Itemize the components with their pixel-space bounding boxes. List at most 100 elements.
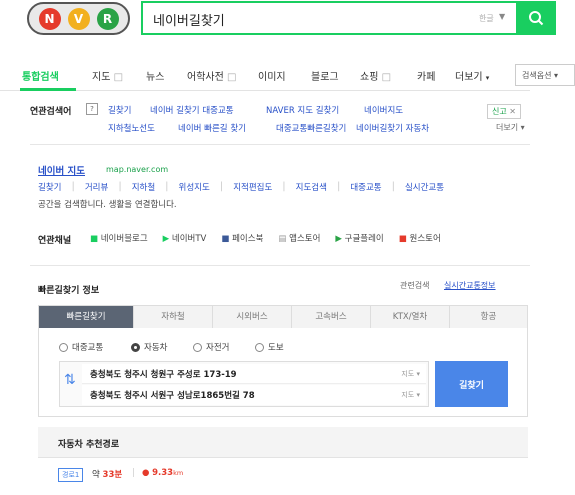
- route-distance: ● 9.33km: [142, 468, 183, 478]
- channel-label: 네이버블로그: [100, 234, 148, 244]
- tab-map[interactable]: 지도 □: [92, 68, 123, 83]
- destination-map-button[interactable]: 지도 ▾: [401, 390, 420, 400]
- related-item[interactable]: 길찾기: [108, 104, 131, 116]
- tab-fast-route[interactable]: 빠른길찾기: [39, 306, 134, 328]
- route-row[interactable]: 경로1 약 33분 | ● 9.33km: [38, 458, 528, 495]
- keyboard-lang-label[interactable]: 한글: [479, 13, 494, 24]
- map-result-links: 길찾기 | 거리뷰 | 지하철 | 위성지도 | 지적편집도 | 지도검색 | 대중교통 | …: [38, 181, 445, 193]
- tab-more-label: 더보기: [455, 72, 483, 83]
- related-item[interactable]: 대중교통빠른길찾기: [276, 122, 346, 134]
- address-box: ⇅ 충청북도 청주시 청원구 주성로 173-19 지도 ▾ 충청북도 청주시 서…: [59, 361, 429, 407]
- channel-item[interactable]: ▶ 네이버TV: [163, 232, 207, 244]
- tab-dictionary[interactable]: 어학사전 □: [187, 68, 236, 83]
- find-route-button[interactable]: 길찾기: [435, 361, 508, 407]
- destination-input[interactable]: 충청북도 청주시 서원구 성남로1865번길 78 지도 ▾: [82, 385, 426, 405]
- map-link[interactable]: 대중교통: [350, 181, 381, 193]
- map-result-description: 공간을 검색합니다. 생활을 연결합니다.: [38, 200, 177, 210]
- channel-item[interactable]: ▤ 앱스토어: [278, 232, 320, 244]
- tab-ktx[interactable]: KTX/열차: [371, 306, 450, 328]
- map-result-url[interactable]: map.naver.com: [106, 165, 168, 174]
- tab-subway[interactable]: 자하철: [134, 306, 213, 328]
- radio-circle: [255, 342, 264, 352]
- tab-image[interactable]: 이미지: [258, 68, 286, 83]
- tab-dictionary-label: 어학사전: [187, 72, 224, 83]
- origin-map-button[interactable]: 지도 ▾: [401, 369, 420, 379]
- tabs-divider: [0, 90, 530, 91]
- tab-shopping[interactable]: 쇼핑 □: [360, 68, 391, 83]
- route-time: 약 33분: [92, 468, 122, 480]
- channel-label: 네이버TV: [171, 234, 207, 244]
- mode-label: 자전거: [206, 343, 230, 353]
- tab-express-bus[interactable]: 고속버스: [292, 306, 371, 328]
- origin-input[interactable]: 충청북도 청주시 청원구 주성로 173-19 지도 ▾: [82, 364, 426, 384]
- related-item[interactable]: 네이버지도: [364, 104, 403, 116]
- tab-flight[interactable]: 항공: [450, 306, 527, 328]
- channel-item[interactable]: ■ 네이버블로그: [90, 232, 148, 244]
- related-item[interactable]: 지하철노선도: [108, 122, 155, 134]
- tab-shopping-label: 쇼핑: [360, 72, 379, 83]
- logo-letter-v: V: [67, 7, 90, 30]
- related-item[interactable]: NAVER 지도 길찾기: [266, 104, 339, 116]
- swap-icon[interactable]: ⇅: [64, 372, 76, 388]
- related-more-button[interactable]: 더보기 ▾: [496, 122, 525, 133]
- related-search-link[interactable]: 관련검색: [400, 280, 429, 291]
- tab-blog[interactable]: 블로그: [311, 68, 339, 83]
- search-button[interactable]: [516, 1, 556, 35]
- related-more-label: 더보기: [496, 123, 519, 132]
- search-box[interactable]: 한글 ▼: [141, 1, 519, 35]
- map-link[interactable]: 지하철: [132, 181, 155, 193]
- tab-more[interactable]: 더보기 ▾: [455, 68, 489, 83]
- map-link[interactable]: 길찾기: [38, 181, 61, 193]
- map-tag: 지도: [401, 391, 415, 399]
- route-distance-unit: km: [173, 469, 184, 477]
- channel-list: ■ 네이버블로그 ▶ 네이버TV ■ 페이스북 ▤ 앱스토어 ▶ 구글플레이 ■…: [90, 232, 441, 244]
- search-input[interactable]: [151, 9, 455, 29]
- channel-item[interactable]: ▶ 구글플레이: [335, 232, 383, 244]
- channel-item[interactable]: ■ 원스토어: [399, 232, 441, 244]
- origin-text: 충청북도 청주시 청원구 주성로 173-19: [90, 369, 237, 380]
- directions-tabs: 빠른길찾기 자하철 시외버스 고속버스 KTX/열차 항공: [38, 305, 528, 328]
- map-result-title[interactable]: 네이버 지도: [38, 163, 85, 177]
- tab-news[interactable]: 뉴스: [146, 68, 164, 83]
- tab-map-label: 지도: [92, 72, 111, 83]
- route-distance-value: 9.33: [152, 468, 174, 478]
- search-tabs: 통합검색 지도 □ 뉴스 어학사전 □ 이미지 블로그 쇼핑 □ 카페 더보기 …: [0, 60, 575, 90]
- chevron-down-icon: ▾: [485, 74, 490, 82]
- map-link[interactable]: 지적편집도: [233, 181, 272, 193]
- map-link[interactable]: 거리뷰: [85, 181, 108, 193]
- search-option-label: 검색옵션: [522, 70, 552, 80]
- tab-intercity-bus[interactable]: 시외버스: [213, 306, 292, 328]
- related-item[interactable]: 네이버 길찾기 대중교통: [150, 104, 234, 116]
- channel-item[interactable]: ■ 페이스북: [221, 232, 263, 244]
- mode-radio-bike[interactable]: 자전거: [193, 341, 229, 353]
- tab-all[interactable]: 통합검색: [22, 68, 59, 83]
- mode-radio-group: 대중교통 자동차 자전거 도보: [59, 341, 359, 353]
- chevron-down-icon: ▾: [554, 70, 559, 80]
- route-time-value: 33분: [102, 470, 123, 480]
- logo-letter-n: N: [38, 7, 61, 30]
- map-tag: 지도: [401, 369, 415, 378]
- divider: [30, 144, 530, 145]
- search-icon: [529, 11, 544, 26]
- realtime-traffic-link[interactable]: 실시간교통정보: [444, 280, 496, 291]
- related-item[interactable]: 네이버길찾기 자동차: [356, 122, 429, 134]
- googleplay-icon: ▶: [335, 234, 342, 244]
- chevron-down-icon[interactable]: ▼: [499, 12, 505, 21]
- active-tab-indicator: [20, 88, 76, 91]
- route-time-label: 약: [92, 470, 100, 480]
- destination-text: 충청북도 청주시 서원구 성남로1865번길 78: [90, 391, 255, 401]
- mode-radio-transit[interactable]: 대중교통: [59, 341, 103, 353]
- mode-radio-car[interactable]: 자동차: [131, 341, 167, 353]
- map-link[interactable]: 실시간교통: [405, 181, 444, 193]
- help-icon[interactable]: ?: [86, 103, 98, 115]
- map-link[interactable]: 위성지도: [179, 181, 210, 193]
- tab-cafe[interactable]: 카페: [417, 68, 435, 83]
- report-button[interactable]: 신고 ✕: [487, 104, 521, 119]
- search-option-button[interactable]: 검색옵션 ▾: [515, 64, 575, 86]
- box-icon: □: [227, 72, 237, 83]
- route-badge: 경로1: [58, 468, 84, 482]
- naver-logo[interactable]: N V R: [27, 2, 130, 35]
- related-item[interactable]: 네이버 빠른길 찾기: [178, 122, 246, 134]
- map-link[interactable]: 지도검색: [296, 181, 327, 193]
- mode-radio-walk[interactable]: 도보: [255, 341, 284, 353]
